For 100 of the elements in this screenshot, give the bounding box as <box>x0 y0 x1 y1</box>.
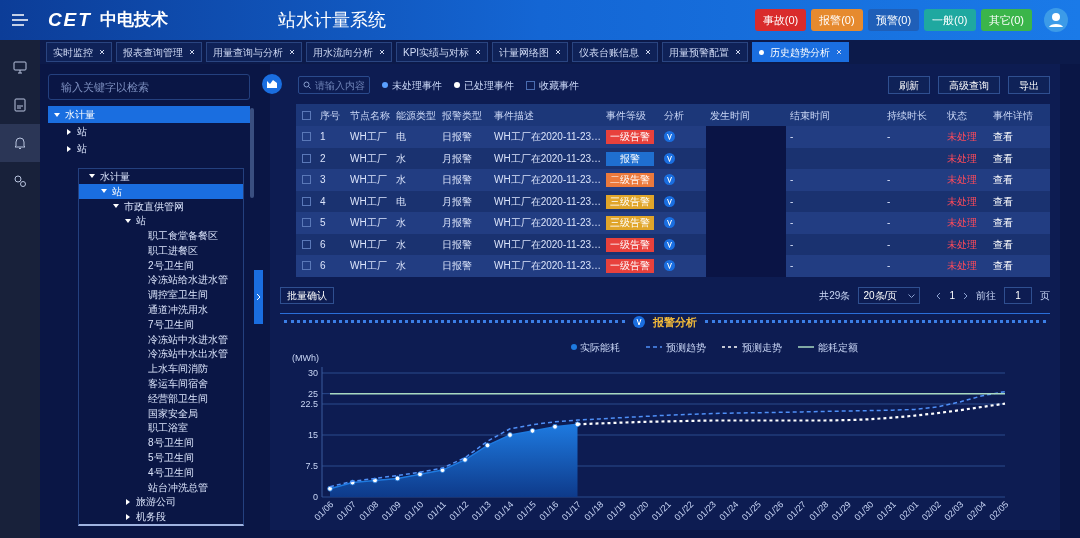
tree-label: 通道冲洗用水 <box>148 303 208 318</box>
column-header: 结束时间 <box>789 108 831 123</box>
table-cell-text: 日报警 <box>441 130 473 145</box>
legend-label: 能耗定额 <box>818 341 858 353</box>
tree-label: 站台冲洗总管 <box>148 480 208 495</box>
goto-label: 前往 <box>976 289 996 303</box>
column-header: 持续时长 <box>886 108 928 123</box>
table-cell-text: - <box>886 216 892 231</box>
tree-label: 职工进餐区 <box>148 243 198 258</box>
table-cell-text: - <box>886 194 892 209</box>
tree-label: 国家安全局 <box>148 406 198 421</box>
table-cell-text: - <box>886 130 892 145</box>
status-text: 未处理 <box>946 216 978 231</box>
column-header: 事件描述 <box>493 108 535 123</box>
table-cell-text: 水 <box>395 259 407 274</box>
tree-label: 5号卫生间 <box>148 451 194 466</box>
column-header: 序号 <box>319 108 341 123</box>
table-cell-text: - <box>886 173 892 188</box>
table-cell-text: WH工厂在2020-11-23… <box>493 216 602 231</box>
status-text: 未处理 <box>946 151 978 166</box>
tree-label: 职工食堂备餐区 <box>148 229 218 244</box>
level-tag: 二级告警 <box>606 173 654 188</box>
table-cell-text: - <box>789 130 795 145</box>
table-cell-text: WH工厂 <box>349 130 388 145</box>
tree-label: 机务段 <box>136 510 166 525</box>
table-cell-text: 4 <box>319 194 327 209</box>
level-tag: 报警 <box>606 151 654 166</box>
table-cell-text: 日报警 <box>441 173 473 188</box>
column-header: 能源类型 <box>395 108 437 123</box>
table-cell-text: - <box>789 173 795 188</box>
window-title: 站水计量系统 <box>277 8 386 32</box>
table-cell-text: 月报警 <box>441 194 473 209</box>
tree-label: 职工浴室 <box>148 421 188 436</box>
table-cell-text: WH工厂 <box>349 216 388 231</box>
table-cell-text: 电 <box>395 194 407 209</box>
brand-name: 中电技术 <box>99 9 168 32</box>
tree-label: 站 <box>136 214 146 229</box>
table-cell-text: WH工厂 <box>349 237 388 252</box>
axis-unit-label: (MWh) <box>292 352 319 363</box>
status-text: 未处理 <box>946 130 978 145</box>
y-tick-label: 15 <box>308 429 318 440</box>
table-cell-text: WH工厂在2020-11-23… <box>493 151 602 166</box>
status-text: 未处理 <box>946 259 978 274</box>
table-cell-text: WH工厂在2020-11-23… <box>493 173 602 188</box>
table-cell-text: 日报警 <box>441 237 473 252</box>
page-unit: 页 <box>1040 289 1050 303</box>
table-cell-text: - <box>789 194 795 209</box>
legend-label: 预测趋势 <box>666 341 706 353</box>
table-cell-text: 月报警 <box>441 216 473 231</box>
table-cell-text: 月报警 <box>441 151 473 166</box>
tree-label: 站 <box>77 125 87 139</box>
table-cell-text: WH工厂 <box>349 173 388 188</box>
tree-label: 水计量 <box>65 108 95 122</box>
level-tag: 一级告警 <box>606 259 654 274</box>
table-cell-text: 6 <box>319 237 327 252</box>
column-header: 事件等级 <box>605 108 647 123</box>
tree-label: 水计量 <box>100 169 130 184</box>
level-tag: 一级告警 <box>606 237 654 252</box>
tree-label: 7号卫生间 <box>148 317 194 332</box>
y-tick-label: 0 <box>313 491 318 502</box>
total-count: 共29条 <box>819 289 851 303</box>
table-cell-text: 日报警 <box>441 259 473 274</box>
status-text: 未处理 <box>946 237 978 252</box>
column-header: 分析 <box>663 108 685 123</box>
column-header: 状态 <box>946 108 968 123</box>
table-cell-text: 5 <box>319 216 327 231</box>
tree-label: 旅游公司 <box>136 495 176 510</box>
table-cell-text: 3 <box>319 173 327 188</box>
table-cell-text: - <box>886 259 892 274</box>
table-cell-text: WH工厂在2020-11-23… <box>493 237 602 252</box>
y-tick-label: 25 <box>308 388 318 399</box>
table-cell-text: 6 <box>319 259 327 274</box>
table-cell-text: - <box>886 237 892 252</box>
table-cell-text: 水 <box>395 173 407 188</box>
table-cell-text: WH工厂 <box>349 259 388 274</box>
tree-label: 客运车间宿舍 <box>148 377 208 392</box>
table-cell-text: - <box>789 216 795 231</box>
tree-label: 4号卫生间 <box>148 465 194 480</box>
table-cell-text: WH工厂在2020-11-23… <box>493 130 602 145</box>
table-cell-text: WH工厂 <box>349 151 388 166</box>
table-cell-text: 水 <box>395 151 407 166</box>
legend-label: 实际能耗 <box>580 341 620 353</box>
logo-text: CET <box>48 7 92 32</box>
table-cell-text: WH工厂 <box>349 194 388 209</box>
y-tick-label: 22.5 <box>300 398 318 409</box>
y-tick-label: 7.5 <box>305 460 318 471</box>
table-cell-text: WH工厂在2020-11-23… <box>493 194 602 209</box>
tree-label: 冷冻站中水进水管 <box>148 332 228 347</box>
tree-label: 站 <box>77 142 87 156</box>
column-header: 发生时间 <box>709 108 751 123</box>
table-cell-text: 2 <box>319 151 327 166</box>
level-tag: 三级告警 <box>606 194 654 209</box>
tree-label: 站 <box>112 184 122 199</box>
status-text: 未处理 <box>946 173 978 188</box>
table-cell-text: - <box>789 237 795 252</box>
tree-label: 经营部卫生间 <box>148 391 208 406</box>
table-cell-text: - <box>789 259 795 274</box>
column-header: 节点名称 <box>349 108 391 123</box>
table-cell-text: 1 <box>319 130 327 145</box>
tree-label: 冷冻站给水进水管 <box>148 273 228 288</box>
